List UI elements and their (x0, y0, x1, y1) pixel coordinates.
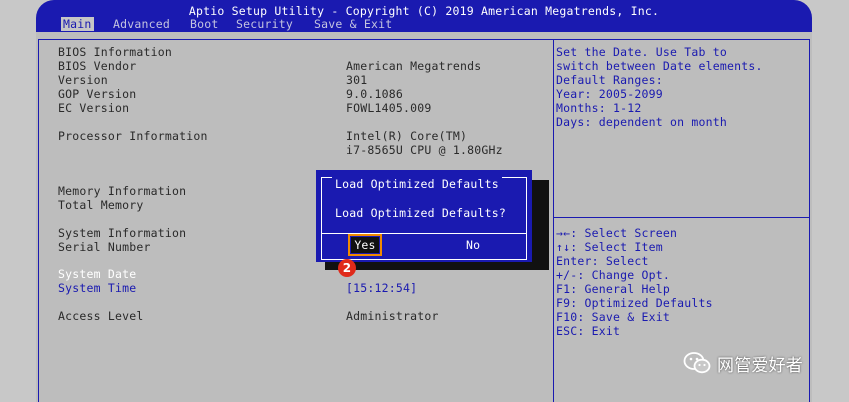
total-memory-label: Total Memory (58, 198, 144, 212)
system-date-item[interactable]: System Date (58, 267, 136, 281)
help-line-2: switch between Date elements. (556, 59, 763, 73)
load-defaults-dialog: Load Optimized Defaults Load Optimized D… (316, 170, 532, 262)
step-number-badge: 2 (338, 259, 356, 277)
processor-value-line2: i7-8565U CPU @ 1.80GHz (346, 143, 503, 157)
key-help-save-exit: F10: Save & Exit (556, 310, 670, 324)
watermark-text: 网管爱好者 (717, 355, 803, 376)
ec-version-label: EC Version (58, 101, 130, 115)
access-level-value: Administrator (346, 309, 439, 323)
memory-information-label: Memory Information (58, 184, 187, 198)
version-label: Version (58, 73, 108, 87)
help-line-4: Year: 2005-2099 (556, 87, 663, 101)
tab-advanced[interactable]: Advanced (113, 17, 170, 31)
key-help-esc-exit: ESC: Exit (556, 324, 621, 338)
tab-security[interactable]: Security (236, 17, 293, 31)
tab-boot[interactable]: Boot (190, 17, 219, 31)
gop-version-label: GOP Version (58, 87, 137, 101)
processor-value-line1: Intel(R) Core(TM) (346, 129, 468, 143)
processor-information-label: Processor Information (58, 129, 208, 143)
help-divider (554, 217, 809, 218)
serial-number-label: Serial Number (58, 240, 151, 254)
system-time-item[interactable]: System Time (58, 281, 136, 295)
ec-version-value: FOWL1405.009 (346, 101, 432, 115)
header-bar: Aptio Setup Utility - Copyright (C) 2019… (36, 0, 812, 32)
help-line-1: Set the Date. Use Tab to (556, 45, 727, 59)
dialog-divider (322, 233, 526, 234)
system-information-label: System Information (58, 226, 187, 240)
yes-button[interactable]: Yes (348, 234, 382, 256)
no-button[interactable]: No (466, 237, 480, 253)
dialog-title: Load Optimized Defaults (332, 177, 502, 191)
bios-information-label: BIOS Information (58, 45, 172, 59)
column-divider (553, 40, 554, 402)
bios-vendor-label: BIOS Vendor (58, 59, 137, 73)
access-level-label: Access Level (58, 309, 144, 323)
key-help-general-help: F1: General Help (556, 282, 670, 296)
key-help-optimized-defaults: F9: Optimized Defaults (556, 296, 713, 310)
dialog-message: Load Optimized Defaults? (335, 206, 506, 220)
help-line-6: Days: dependent on month (556, 115, 727, 129)
help-line-3: Default Ranges: (556, 73, 663, 87)
key-help-select-screen: →←: Select Screen (556, 226, 678, 240)
tab-main[interactable]: Main (61, 17, 94, 31)
key-help-enter: Enter: Select (556, 254, 649, 268)
wechat-icon (683, 352, 711, 374)
watermark: 网管爱好者 (683, 350, 803, 376)
version-value: 301 (346, 73, 368, 87)
system-time-value[interactable]: [15:12:54] (346, 281, 417, 295)
bios-vendor-value: American Megatrends (346, 59, 482, 73)
key-help-change-opt: +/-: Change Opt. (556, 268, 670, 282)
help-line-5: Months: 1-12 (556, 101, 642, 115)
key-help-select-item: ↑↓: Select Item (556, 240, 663, 254)
tab-save-exit[interactable]: Save & Exit (314, 17, 392, 31)
gop-version-value: 9.0.1086 (346, 87, 403, 101)
utility-title: Aptio Setup Utility - Copyright (C) 2019… (188, 4, 660, 18)
